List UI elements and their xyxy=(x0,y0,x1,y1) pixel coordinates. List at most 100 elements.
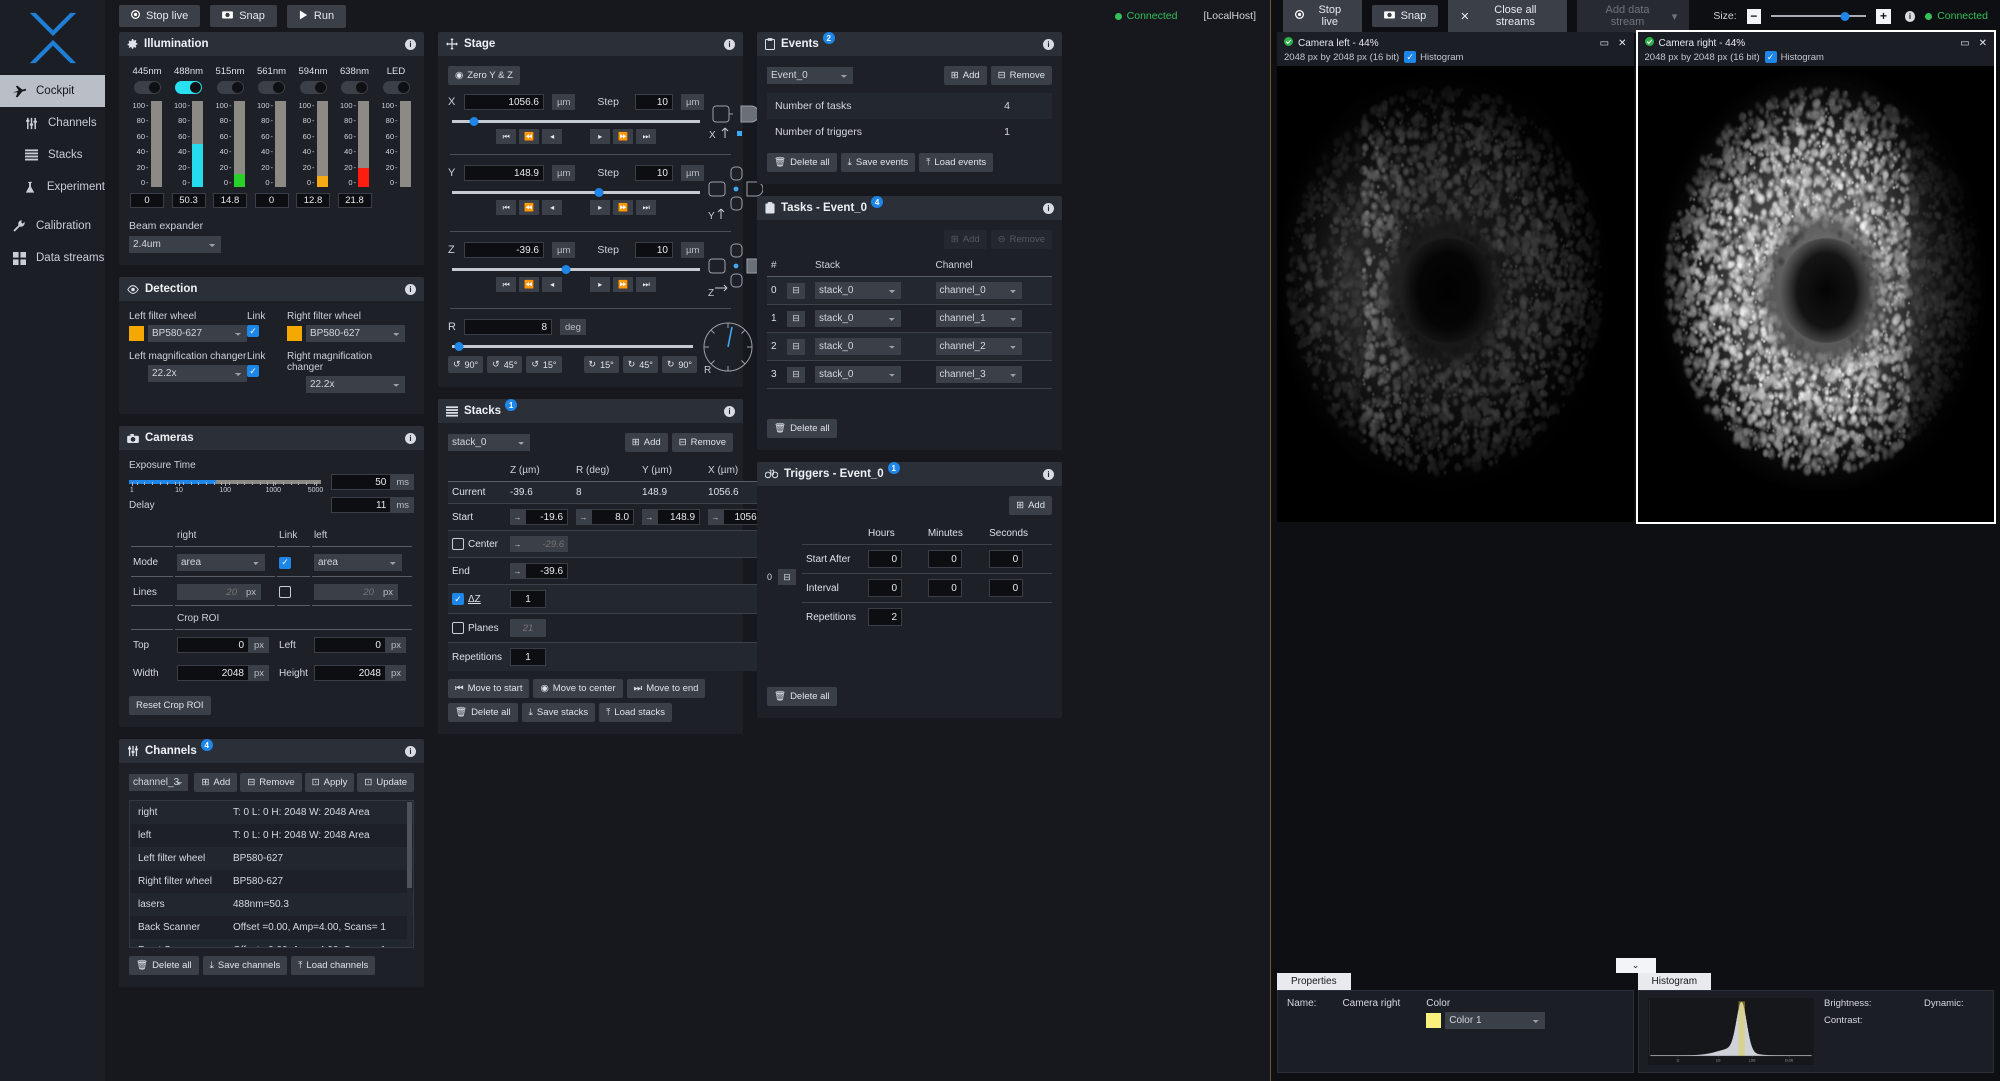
stacks-delete-all-button[interactable]: 🗑 Delete all xyxy=(448,703,518,722)
viewer-stop-live-button[interactable]: Stop live xyxy=(1283,0,1362,33)
close-all-streams-button[interactable]: ✕ Close all streams xyxy=(1448,0,1568,33)
axis-step-fwd-button[interactable]: ▸ xyxy=(590,129,611,144)
rotate-ccw-90-button[interactable]: ↺ 90° xyxy=(448,356,484,373)
laser-toggle-445nm[interactable] xyxy=(133,81,161,94)
center-checkbox[interactable] xyxy=(452,538,464,550)
center-input[interactable] xyxy=(525,536,569,552)
laser-value-515nm[interactable]: 14.8 xyxy=(213,193,247,208)
sidebar-item-cockpit[interactable]: Cockpit xyxy=(0,75,105,107)
info-icon[interactable]: i xyxy=(405,745,416,757)
lines-right-input[interactable] xyxy=(177,584,241,600)
sidebar-item-stacks[interactable]: Stacks xyxy=(0,139,105,171)
axis-fast-fwd-button[interactable]: ⏩ xyxy=(613,277,634,292)
task-remove-row-button[interactable]: ⊟ xyxy=(787,366,805,383)
axis-step-back-button[interactable]: ◂ xyxy=(542,129,563,144)
info-icon[interactable]: i xyxy=(1043,468,1054,480)
planes-checkbox[interactable] xyxy=(452,622,464,634)
start-r-input[interactable] xyxy=(591,509,635,525)
task-remove-button[interactable]: ⊖ Remove xyxy=(990,230,1052,249)
r-axis-slider[interactable] xyxy=(452,342,694,351)
stream-camera-left[interactable]: Camera left - 44% ▭ ✕ 2048 px by 2048 px… xyxy=(1277,32,1634,522)
rotation-dial[interactable]: R xyxy=(697,319,759,375)
move-to-center-button[interactable]: ◉ Move to center xyxy=(533,679,623,698)
channel-remove-button[interactable]: ⊟ Remove xyxy=(240,773,302,792)
info-icon[interactable]: i xyxy=(724,405,735,417)
stream-right-histogram-checkbox[interactable] xyxy=(1764,51,1777,63)
dz-input[interactable] xyxy=(510,590,547,608)
axis-fast-fwd-button[interactable]: ⏩ xyxy=(613,129,634,144)
mag-link-checkbox[interactable] xyxy=(247,365,259,377)
axis-step-input[interactable] xyxy=(635,242,673,258)
tasks-delete-all-button[interactable]: 🗑 Delete all xyxy=(767,419,837,438)
stack-add-button[interactable]: ⊞ Add xyxy=(624,433,668,452)
info-icon[interactable]: i xyxy=(405,283,416,295)
mode-right-select[interactable]: area xyxy=(177,554,265,571)
minimize-icon[interactable]: ▭ xyxy=(1960,38,1969,49)
task-stack-select[interactable]: stack_0 xyxy=(815,282,901,299)
task-remove-row-button[interactable]: ⊟ xyxy=(787,338,805,355)
axis-step-input[interactable] xyxy=(635,165,673,181)
axis-jump-start-button[interactable]: ⏮ xyxy=(496,277,517,292)
axis-step-input[interactable] xyxy=(635,94,673,110)
trigger-add-button[interactable]: ⊞ Add xyxy=(1009,496,1052,515)
r-axis-input[interactable] xyxy=(464,319,552,335)
sidebar-item-experiment[interactable]: Experiment xyxy=(0,171,105,203)
triggers-delete-all-button[interactable]: 🗑 Delete all xyxy=(767,687,837,706)
info-icon[interactable]: i xyxy=(405,38,416,50)
crop-left-input[interactable] xyxy=(313,637,386,653)
channel-apply-button[interactable]: ⊡ Apply xyxy=(304,773,355,792)
channel-update-button[interactable]: ⊡ Update xyxy=(357,773,414,792)
task-channel-select[interactable]: channel_3 xyxy=(936,366,1022,383)
events-delete-all-button[interactable]: 🗑 Delete all xyxy=(767,153,837,172)
axis-jump-end-button[interactable]: ⏭ xyxy=(636,200,657,215)
event-add-button[interactable]: ⊞ Add xyxy=(943,66,987,85)
laser-value-488nm[interactable]: 50.3 xyxy=(171,193,206,208)
axis-slider[interactable] xyxy=(452,188,701,197)
lines-link-checkbox[interactable] xyxy=(279,586,292,598)
crop-width-input[interactable] xyxy=(177,665,249,681)
sidebar-item-data-streams[interactable]: Data streams xyxy=(0,242,105,274)
stream-right-canvas[interactable] xyxy=(1637,66,1994,522)
move-to-start-button[interactable]: ⏮ Move to start xyxy=(448,679,530,698)
crop-top-input[interactable] xyxy=(177,637,249,653)
axis-value-input[interactable] xyxy=(464,242,544,258)
axis-fast-back-button[interactable]: ⏪ xyxy=(519,200,540,215)
start-after-minutes-input[interactable] xyxy=(927,550,962,568)
left-filter-wheel-select[interactable]: BP580-627 xyxy=(148,325,247,342)
info-icon[interactable]: i xyxy=(405,432,416,444)
color-select[interactable]: Color 1 xyxy=(1445,1012,1545,1029)
info-icon[interactable]: i xyxy=(1043,38,1054,50)
start-after-hours-input[interactable] xyxy=(868,550,903,568)
laser-gauge-594nm[interactable]: 100806040200 xyxy=(298,101,328,187)
task-channel-select[interactable]: channel_2 xyxy=(936,338,1022,355)
start-x-set-button[interactable]: → xyxy=(708,509,724,525)
info-icon[interactable]: i xyxy=(1904,10,1916,22)
center-set-button[interactable]: → xyxy=(510,536,526,552)
right-mag-select[interactable]: 22.2x xyxy=(306,376,405,393)
filter-link-checkbox[interactable] xyxy=(247,325,259,337)
laser-toggle-488nm[interactable] xyxy=(175,81,202,94)
start-y-set-button[interactable]: → xyxy=(642,509,658,525)
info-icon[interactable]: i xyxy=(724,38,735,50)
rotate-cw-45-button[interactable]: ↻ 45° xyxy=(622,356,658,373)
viewer-snap-button[interactable]: Snap xyxy=(1371,5,1439,27)
axis-step-back-button[interactable]: ◂ xyxy=(542,277,563,292)
events-save-button[interactable]: ⤓ Save events xyxy=(840,153,916,172)
rotate-cw-15-button[interactable]: ↻ 15° xyxy=(583,356,619,373)
crop-height-input[interactable] xyxy=(313,665,386,681)
end-set-button[interactable]: → xyxy=(510,563,526,579)
start-after-seconds-input[interactable] xyxy=(989,550,1024,568)
task-add-button[interactable]: ⊞ Add xyxy=(943,230,987,249)
close-icon[interactable]: ✕ xyxy=(1618,38,1626,49)
task-stack-select[interactable]: stack_0 xyxy=(815,310,901,327)
stack-remove-button[interactable]: ⊟ Remove xyxy=(671,433,733,452)
snap-button[interactable]: Snap xyxy=(210,5,277,27)
axis-fast-fwd-button[interactable]: ⏩ xyxy=(613,200,634,215)
interval-hours-input[interactable] xyxy=(868,579,903,597)
lines-left-input[interactable] xyxy=(313,584,378,600)
event-select[interactable]: Event_0 xyxy=(767,67,853,84)
stream-left-canvas[interactable] xyxy=(1277,66,1634,522)
laser-value-638nm[interactable]: 21.8 xyxy=(337,193,372,208)
task-channel-select[interactable]: channel_0 xyxy=(936,282,1022,299)
event-remove-button[interactable]: ⊟ Remove xyxy=(990,66,1052,85)
